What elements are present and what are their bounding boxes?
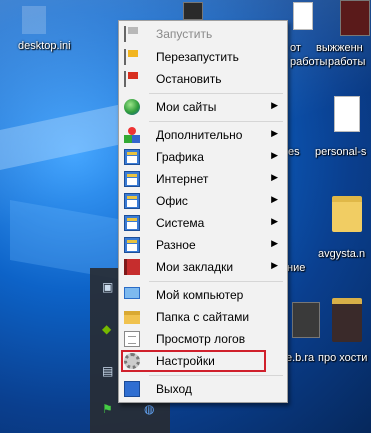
menu-item-view-logs[interactable]: Просмотр логов (120, 328, 286, 350)
submenu-arrow-icon: ▶ (271, 260, 278, 270)
menu-item-bookmarks[interactable]: Мои закладки ▶ (120, 256, 286, 278)
menu-item-label: Разное (156, 238, 196, 252)
desktop-icon-label: работы (328, 56, 366, 68)
menu-item-restart[interactable]: Перезапустить (120, 46, 286, 68)
submenu-arrow-icon: ▶ (271, 238, 278, 248)
menu-item-start[interactable]: Запустить (120, 23, 286, 45)
menu-item-additional[interactable]: Дополнительно ▶ (120, 124, 286, 146)
window-icon (124, 171, 140, 187)
menu-item-label: Система (156, 216, 205, 230)
menu-item-sites-folder[interactable]: Папка с сайтами (120, 306, 286, 328)
menu-item-label: Остановить (156, 72, 222, 86)
printer-tray-icon[interactable]: ▤ (102, 364, 113, 378)
menu-item-label: Просмотр логов (156, 332, 246, 346)
image-thumbnail-icon[interactable] (292, 302, 320, 338)
nvidia-tray-icon[interactable]: ◆ (102, 322, 111, 336)
book-icon (124, 259, 140, 275)
image-thumbnail-icon[interactable] (340, 0, 370, 36)
desktop-icon-label: от (290, 42, 301, 54)
menu-item-label: Графика (156, 150, 204, 164)
menu-separator (149, 281, 283, 282)
menu-item-label: Запустить (156, 27, 213, 41)
menu-item-label: Офис (156, 194, 188, 208)
menu-item-label: Мои сайты (156, 100, 217, 114)
submenu-arrow-icon: ▶ (271, 128, 278, 138)
submenu-arrow-icon: ▶ (271, 150, 278, 160)
desktop-icon-label: про хости (318, 352, 368, 364)
submenu-arrow-icon: ▶ (271, 194, 278, 204)
menu-item-my-computer[interactable]: Мой компьютер (120, 284, 286, 306)
folder-icon[interactable] (332, 196, 362, 232)
menu-separator (149, 375, 283, 376)
submenu-arrow-icon: ▶ (271, 100, 278, 110)
menu-item-stop[interactable]: Остановить (120, 68, 286, 90)
globe-icon (124, 99, 140, 115)
window-icon (124, 193, 140, 209)
window-icon (124, 237, 140, 253)
settings-highlight-box (121, 350, 266, 372)
flag-tray-icon[interactable]: ⚑ (102, 402, 113, 416)
folder-icon (124, 311, 140, 324)
tray-context-menu: Запустить Перезапустить Остановить Мои с… (118, 20, 288, 403)
menu-item-exit[interactable]: Выход (120, 378, 286, 400)
shapes-icon (124, 127, 140, 143)
desktop-icon-label: выжженн (316, 42, 363, 54)
menu-item-office[interactable]: Офис ▶ (120, 190, 286, 212)
shield-tray-icon[interactable]: ◍ (144, 402, 154, 416)
monitor-tray-icon[interactable]: ▣ (102, 280, 113, 294)
menu-item-misc[interactable]: Разное ▶ (120, 234, 286, 256)
submenu-arrow-icon: ▶ (271, 216, 278, 226)
desktop-icon-label: personal-s (315, 146, 367, 158)
menu-item-label: Мои закладки (156, 260, 234, 274)
image-thumbnail-icon[interactable] (183, 2, 203, 20)
submenu-arrow-icon: ▶ (271, 172, 278, 182)
desktop-icon-label: avgysta.n (318, 248, 366, 260)
desktop-icon-label: desktop.ini (18, 40, 71, 52)
document-icon[interactable] (334, 96, 360, 132)
flag-gray-icon (124, 26, 142, 42)
menu-item-label: Перезапустить (156, 50, 239, 64)
menu-item-label: Папка с сайтами (156, 310, 250, 324)
menu-item-label: Мой компьютер (156, 288, 244, 302)
folder-icon[interactable] (332, 298, 362, 342)
menu-item-label: Интернет (156, 172, 209, 186)
flag-yellow-icon (124, 49, 142, 65)
menu-item-system[interactable]: Система ▶ (120, 212, 286, 234)
desktop-icon-label: e.b.ra (286, 352, 315, 364)
document-icon (124, 331, 140, 347)
menu-item-internet[interactable]: Интернет ▶ (120, 168, 286, 190)
desktop-icon-label: работы (290, 56, 328, 68)
exit-icon (124, 381, 140, 397)
menu-item-my-sites[interactable]: Мои сайты ▶ (120, 96, 286, 118)
menu-separator (149, 121, 283, 122)
computer-icon (124, 287, 140, 299)
flag-red-icon (124, 71, 142, 87)
window-icon (124, 149, 140, 165)
menu-item-label: Выход (156, 382, 192, 396)
gear-file-icon (22, 6, 46, 34)
menu-separator (149, 93, 283, 94)
desktop-icon-label: es (288, 146, 300, 158)
document-icon[interactable] (293, 2, 313, 30)
window-icon (124, 215, 140, 231)
menu-item-label: Дополнительно (156, 128, 243, 142)
desktop-icon-label: ние (287, 262, 306, 274)
menu-item-graphics[interactable]: Графика ▶ (120, 146, 286, 168)
